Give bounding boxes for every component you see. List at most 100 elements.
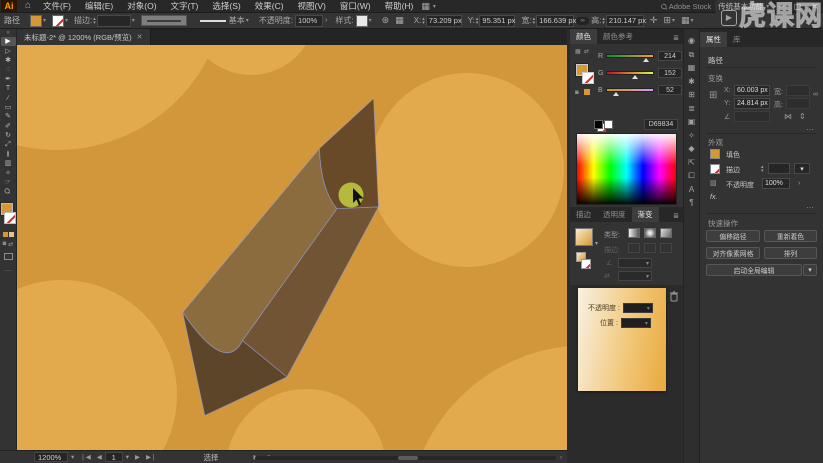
workspace-switcher[interactable]: 传统基本功能 ▾: [715, 0, 772, 13]
first-artboard-icon[interactable]: ❘◀: [77, 453, 93, 461]
edit-toolbar-icon[interactable]: …: [5, 266, 12, 273]
tab-color-guide[interactable]: 颜色参考: [597, 29, 639, 44]
green-channel-slider[interactable]: [606, 71, 654, 75]
horizontal-scrollbar[interactable]: [255, 456, 556, 460]
artboards-panel-icon[interactable]: ⊞: [688, 91, 695, 99]
asset-export-panel-icon[interactable]: ⇱: [688, 159, 695, 167]
rotate-angle-select[interactable]: [734, 111, 770, 122]
last-color-swatch[interactable]: [584, 89, 590, 95]
x-input[interactable]: 73.209 px: [426, 15, 462, 27]
gradient-tool[interactable]: ▥: [1, 159, 16, 168]
radial-gradient-button[interactable]: [644, 228, 656, 238]
delete-stop-icon[interactable]: [669, 291, 679, 304]
stop-opacity-select[interactable]: ▾: [623, 303, 653, 313]
align-options-icon[interactable]: ▦: [395, 16, 404, 25]
gradient-dropdown-icon[interactable]: ▾: [595, 240, 598, 247]
pencil-tool[interactable]: ✐: [1, 122, 16, 131]
style-dropdown-icon[interactable]: ▾: [369, 17, 372, 24]
shape-options-icon[interactable]: ▦: [681, 16, 690, 25]
freeform-gradient-button[interactable]: [660, 228, 672, 238]
tab-stroke[interactable]: 描边: [570, 207, 597, 222]
red-channel-value[interactable]: 214: [658, 51, 682, 61]
menu-window[interactable]: 窗口(W): [334, 0, 377, 12]
stroke-weight-dropdown-icon[interactable]: ▾: [132, 17, 135, 24]
prev-artboard-icon[interactable]: ◀: [94, 453, 105, 461]
character-panel-icon[interactable]: A: [689, 186, 694, 194]
eyedropper-tool[interactable]: ✧: [1, 168, 16, 177]
gradient-angle-select[interactable]: ▾: [618, 258, 652, 268]
color-spectrum[interactable]: [576, 133, 677, 205]
y-input[interactable]: 24.814 px: [734, 98, 770, 109]
opacity-expand-icon[interactable]: ›: [798, 180, 800, 187]
scale-tool[interactable]: ⤢: [1, 140, 16, 149]
black-swatch[interactable]: [594, 120, 603, 129]
stroke-weight-input[interactable]: [768, 163, 790, 174]
linear-gradient-button[interactable]: [628, 228, 640, 238]
y-stepper[interactable]: ▴▾: [476, 17, 479, 25]
effects-button[interactable]: fx.: [710, 194, 717, 201]
secondary-color-swatch[interactable]: [9, 232, 14, 237]
constrain-proportions-icon[interactable]: ∞: [576, 17, 589, 25]
default-colors-icon[interactable]: ◙: [575, 90, 579, 96]
close-document-icon[interactable]: ✕: [137, 33, 143, 41]
width-input[interactable]: 166.639 px: [536, 15, 574, 27]
menu-type[interactable]: 文字(T): [165, 0, 205, 12]
paragraph-panel-icon[interactable]: ¶: [689, 199, 693, 207]
menu-object[interactable]: 对象(O): [121, 0, 162, 12]
zoom-tool[interactable]: Ϙ: [1, 187, 16, 196]
default-colors-icon[interactable]: ◙: [3, 241, 7, 248]
panel-menu-icon[interactable]: ≣: [669, 212, 683, 222]
menu-effect[interactable]: 效果(C): [249, 0, 290, 12]
swap-colors-icon[interactable]: ⇄: [8, 241, 13, 248]
color-none-swatches[interactable]: [3, 232, 14, 237]
stock-search[interactable]: Ϙ Adobe Stock: [661, 2, 711, 11]
tab-libraries[interactable]: 库: [727, 32, 747, 47]
stop-position-select[interactable]: ▾: [621, 318, 651, 328]
rotate-tool[interactable]: ↻: [1, 131, 16, 140]
document-tab[interactable]: 未标题-2* @ 1200% (RGB/预览) ✕: [17, 29, 151, 45]
swatches-panel-icon[interactable]: ▦: [688, 64, 696, 72]
more-appearance-options-icon[interactable]: …: [806, 201, 815, 210]
align-pixel-grid-button[interactable]: 对齐像素网格: [706, 247, 760, 259]
stroke-swatch[interactable]: [710, 164, 720, 174]
menu-select[interactable]: 选择(S): [206, 0, 246, 12]
home-icon[interactable]: ⌂: [25, 1, 31, 11]
minimize-button[interactable]: –: [776, 2, 786, 11]
recolor-button[interactable]: 重新着色: [764, 230, 817, 242]
gradient-stroke-proxy[interactable]: [581, 259, 591, 269]
width-tool[interactable]: ≬: [1, 150, 16, 159]
maximize-button[interactable]: ▢: [791, 2, 805, 11]
green-channel-value[interactable]: 152: [658, 68, 682, 78]
stroke-proxy-swatch[interactable]: [4, 212, 16, 224]
horizontal-scrollbar-thumb[interactable]: [398, 456, 418, 460]
stroke-gradient-across-button[interactable]: [660, 243, 672, 253]
stroke-unit-select[interactable]: ▾: [794, 163, 810, 174]
white-swatch[interactable]: [604, 120, 613, 129]
constrain-proportions-icon[interactable]: ∞: [813, 91, 818, 98]
libraries-panel-icon[interactable]: ⧉: [689, 51, 695, 59]
document-setup-icon[interactable]: ⊛: [382, 16, 390, 25]
width-profile-select[interactable]: [141, 15, 187, 26]
hand-tool[interactable]: ☞: [1, 178, 16, 187]
width-input[interactable]: [786, 85, 810, 96]
draw-mode-icon[interactable]: [4, 253, 13, 260]
stroke-weight-input[interactable]: [97, 15, 131, 27]
fill-swatch[interactable]: [710, 149, 720, 159]
start-global-edit-button[interactable]: 启动全局编辑: [706, 264, 802, 276]
height-input[interactable]: [786, 98, 810, 109]
pen-tool[interactable]: ✒: [1, 75, 16, 84]
align-panel-icon[interactable]: ▣: [688, 118, 696, 126]
flip-horizontal-icon[interactable]: ⋈: [784, 113, 792, 121]
opacity-input[interactable]: 100%: [762, 178, 790, 189]
stroke-weight-stepper[interactable]: ▴▾: [761, 165, 764, 173]
red-channel-slider[interactable]: [606, 54, 654, 58]
next-artboard-icon[interactable]: ▶: [132, 453, 143, 461]
brushes-panel-icon[interactable]: ✱: [688, 78, 695, 86]
width-stepper[interactable]: ▴▾: [533, 17, 536, 25]
fill-stroke-proxy[interactable]: [0, 203, 17, 229]
transform-icon[interactable]: ✛: [650, 16, 658, 25]
rectangle-tool[interactable]: ▭: [1, 103, 16, 112]
stroke-gradient-along-button[interactable]: [644, 243, 656, 253]
artboard-dropdown-icon[interactable]: ▾: [123, 453, 132, 461]
arrange-documents-icon[interactable]: ▦: [421, 2, 430, 11]
